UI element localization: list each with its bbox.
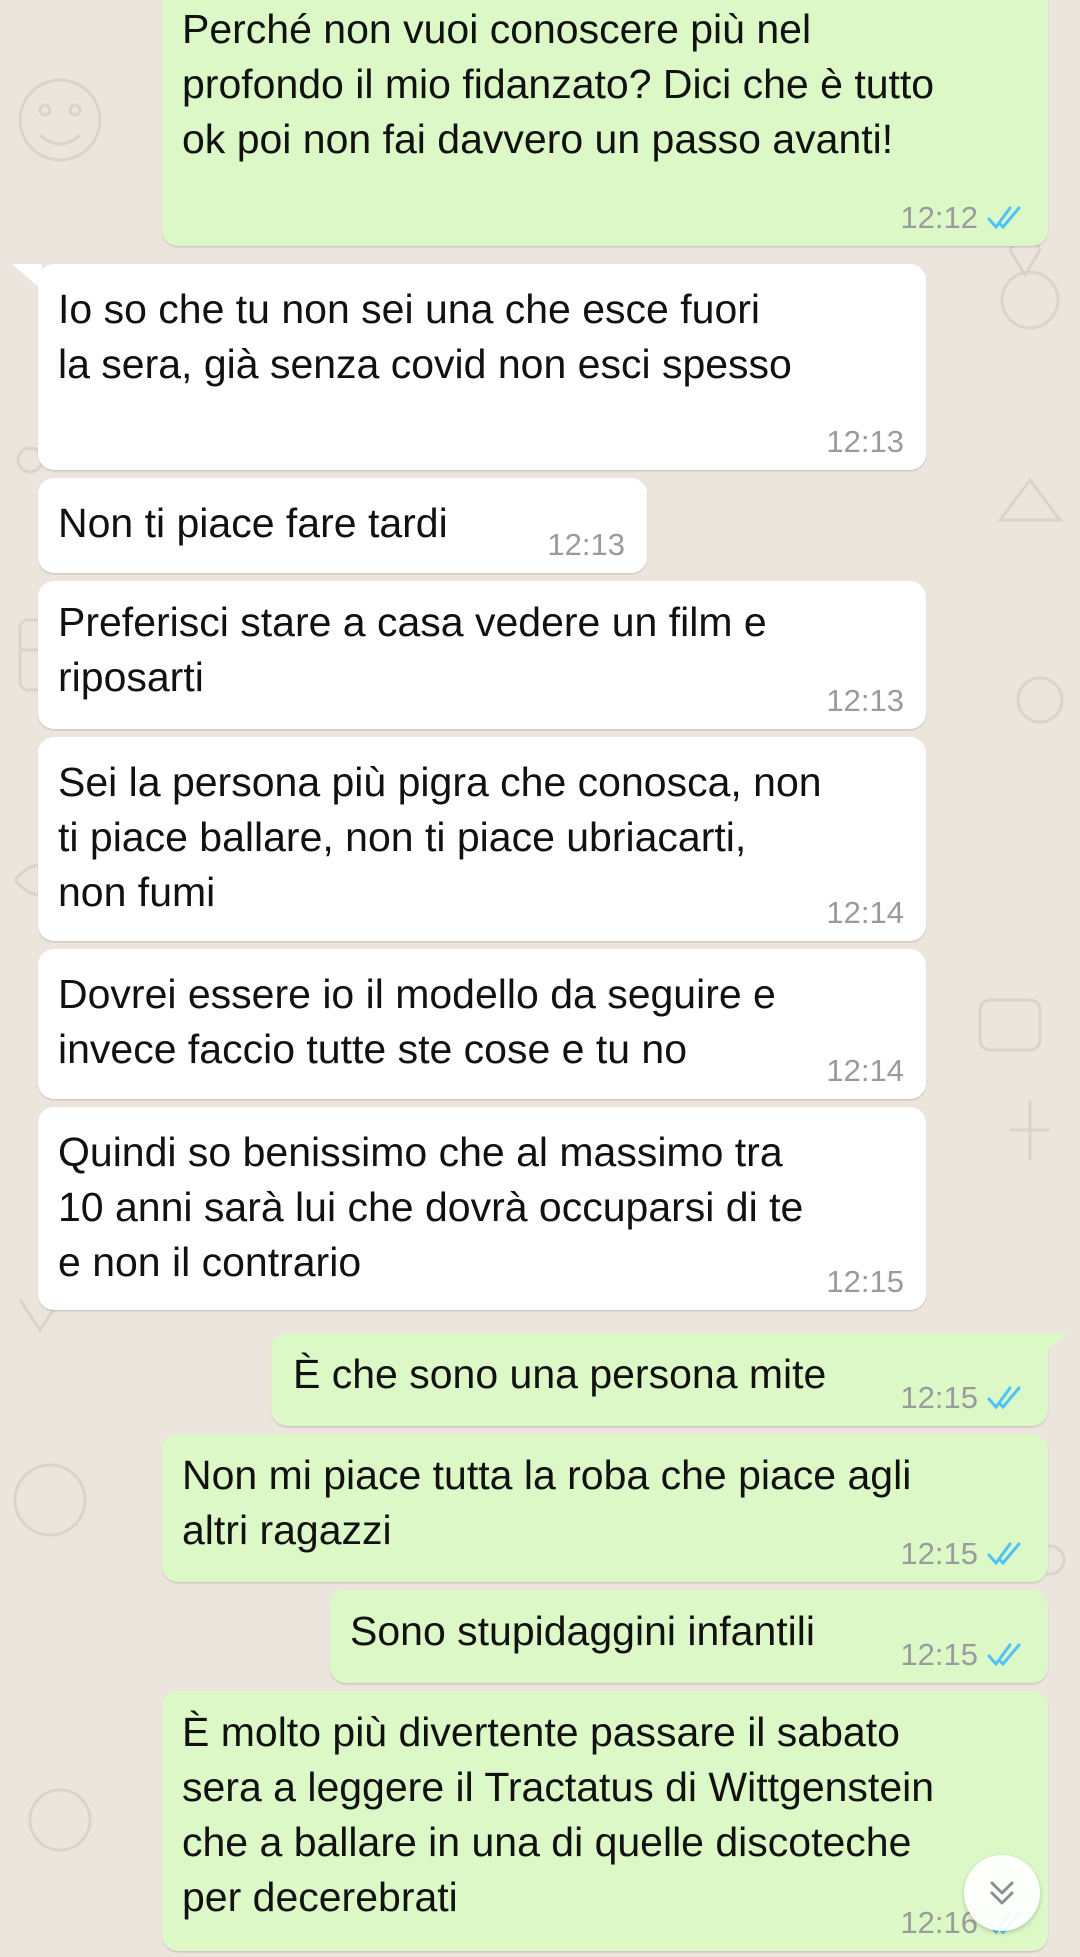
message-meta: 12:15 [900, 1637, 1026, 1673]
message-incoming[interactable]: Io so che tu non sei una che esce fuori … [38, 264, 926, 470]
chat-area[interactable]: Perché non vuoi conoscere più nel profon… [0, 0, 1080, 1957]
message-time: 12:15 [826, 1264, 904, 1299]
message-incoming[interactable]: Sei la persona più pigra che conosca, no… [38, 737, 926, 941]
message-meta: 12:13 [547, 527, 625, 563]
message-text: È molto più divertente passare il sabato… [182, 1709, 935, 1920]
message-text: Io so che tu non sei una che esce fuori … [58, 286, 792, 387]
message-text: Non mi piace tutta la roba che piace agl… [182, 1452, 912, 1553]
message-incoming[interactable]: Preferisci stare a casa vedere un film e… [38, 581, 926, 729]
message-text: Dovrei essere io il modello da seguire e… [58, 971, 776, 1072]
message-meta: 12:14 [826, 1053, 904, 1089]
read-receipt-icon [987, 206, 1021, 230]
message-outgoing[interactable]: È molto più divertente passare il sabato… [162, 1691, 1048, 1951]
message-time: 12:16 [900, 1905, 978, 1940]
message-incoming[interactable]: Non ti piace fare tardi 12:13 [38, 478, 647, 573]
message-text: Preferisci stare a casa vedere un film e… [58, 599, 767, 700]
read-receipt-icon [987, 1542, 1021, 1566]
message-time: 12:15 [900, 1536, 978, 1571]
message-incoming[interactable]: Dovrei essere io il modello da seguire e… [38, 949, 926, 1099]
message-time: 12:15 [900, 1380, 978, 1415]
message-meta: 12:14 [826, 895, 904, 931]
message-outgoing[interactable]: È che sono una persona mite 12:15 [271, 1333, 1048, 1426]
message-time: 12:13 [826, 683, 904, 718]
message-meta: 12:15 [900, 1536, 1026, 1572]
message-text: Quindi so benissimo che al massimo tra 1… [58, 1129, 804, 1285]
double-chevron-down-icon [990, 1881, 1014, 1905]
read-receipt-icon [987, 1643, 1021, 1667]
message-time: 12:13 [826, 424, 904, 459]
message-meta: 12:12 [900, 200, 1026, 236]
message-time: 12:14 [826, 1053, 904, 1088]
message-time: 12:12 [900, 200, 978, 235]
message-outgoing[interactable]: Non mi piace tutta la roba che piace agl… [162, 1434, 1048, 1582]
message-text: Perché non vuoi conoscere più nel profon… [182, 6, 935, 162]
message-incoming[interactable]: Quindi so benissimo che al massimo tra 1… [38, 1107, 926, 1310]
message-time: 12:14 [826, 895, 904, 930]
message-meta: 12:13 [826, 683, 904, 719]
scroll-to-bottom-button[interactable] [964, 1855, 1040, 1931]
message-text: Non ti piace fare tardi [58, 500, 448, 546]
message-text: Sei la persona più pigra che conosca, no… [58, 759, 822, 915]
message-meta: 12:15 [826, 1264, 904, 1300]
message-outgoing[interactable]: Perché non vuoi conoscere più nel profon… [162, 0, 1048, 246]
message-outgoing[interactable]: Sono stupidaggini infantili 12:15 [330, 1590, 1048, 1683]
message-text: Sono stupidaggini infantili [350, 1608, 815, 1654]
read-receipt-icon [987, 1386, 1021, 1410]
message-meta: 12:13 [826, 424, 904, 460]
message-meta: 12:15 [900, 1380, 1026, 1416]
message-time: 12:15 [900, 1637, 978, 1672]
message-text: È che sono una persona mite [293, 1351, 827, 1397]
message-time: 12:13 [547, 527, 625, 562]
